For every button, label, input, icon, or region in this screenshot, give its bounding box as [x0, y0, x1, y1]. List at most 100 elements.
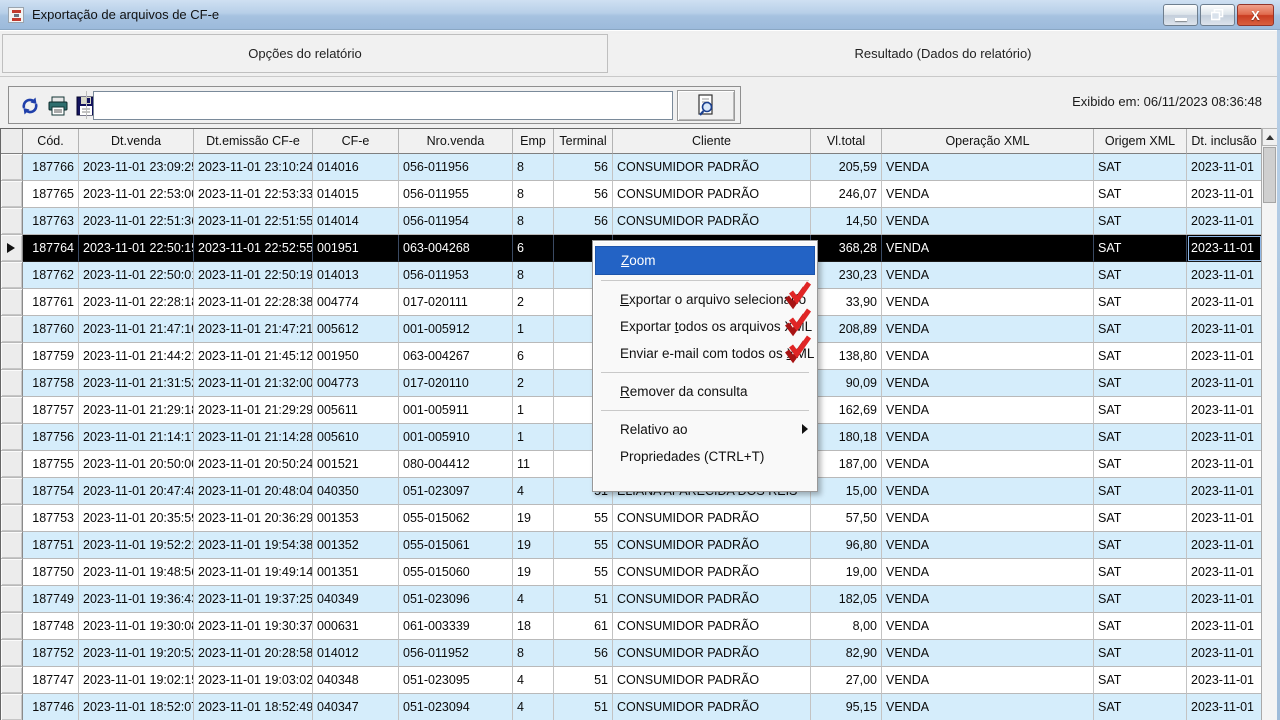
cell-cliente[interactable]: CONSUMIDOR PADRÃO [613, 505, 811, 532]
cell-dt_inclusao[interactable]: 2023-11-01 [1187, 559, 1262, 586]
cell-cod[interactable]: 187754 [23, 478, 79, 505]
cell-dt_emissao[interactable]: 2023-11-01 19:37:25 [194, 586, 313, 613]
cell-operacao_xml[interactable]: VENDA [882, 208, 1094, 235]
cell-nro_venda[interactable]: 001-005911 [399, 397, 513, 424]
table-row[interactable]: 1877632023-11-01 22:51:362023-11-01 22:5… [1, 208, 1280, 235]
cell-dt_venda[interactable]: 2023-11-01 20:35:59 [79, 505, 194, 532]
cell-emp[interactable]: 2 [513, 289, 554, 316]
cell-nro_venda[interactable]: 080-004412 [399, 451, 513, 478]
table-row[interactable]: 1877482023-11-01 19:30:082023-11-01 19:3… [1, 613, 1280, 640]
print-icon[interactable] [47, 95, 69, 117]
column-header-dt_inclusao[interactable]: Dt. inclusão [1187, 129, 1262, 154]
cell-origem_xml[interactable]: SAT [1094, 208, 1187, 235]
cell-terminal[interactable]: 56 [554, 208, 613, 235]
cell-cfe[interactable]: 000631 [313, 613, 399, 640]
cell-nro_venda[interactable]: 056-011956 [399, 154, 513, 181]
cell-dt_venda[interactable]: 2023-11-01 20:47:48 [79, 478, 194, 505]
cell-terminal[interactable]: 56 [554, 640, 613, 667]
cell-origem_xml[interactable]: SAT [1094, 586, 1187, 613]
cell-vl_total[interactable]: 182,05 [811, 586, 882, 613]
cell-dt_emissao[interactable]: 2023-11-01 22:50:19 [194, 262, 313, 289]
cell-operacao_xml[interactable]: VENDA [882, 235, 1094, 262]
column-header-dt_emissao[interactable]: Dt.emissão CF-e [194, 129, 313, 154]
tab-resultado[interactable]: Resultado (Dados do relatório) [610, 34, 1276, 73]
table-row[interactable]: 1877662023-11-01 23:09:252023-11-01 23:1… [1, 154, 1280, 181]
cell-dt_inclusao[interactable]: 2023-11-01 [1187, 586, 1262, 613]
menu-item-relativo-ao[interactable]: Relativo ao [593, 416, 817, 443]
cell-emp[interactable]: 1 [513, 424, 554, 451]
cell-terminal[interactable]: 51 [554, 586, 613, 613]
cell-cfe[interactable]: 014012 [313, 640, 399, 667]
restore-button[interactable] [1200, 4, 1235, 26]
cell-cod[interactable]: 187765 [23, 181, 79, 208]
cell-vl_total[interactable]: 27,00 [811, 667, 882, 694]
cell-emp[interactable]: 1 [513, 316, 554, 343]
cell-emp[interactable]: 18 [513, 613, 554, 640]
cell-operacao_xml[interactable]: VENDA [882, 505, 1094, 532]
cell-nro_venda[interactable]: 056-011952 [399, 640, 513, 667]
cell-cliente[interactable]: CONSUMIDOR PADRÃO [613, 208, 811, 235]
cell-dt_inclusao[interactable]: 2023-11-01 [1187, 316, 1262, 343]
cell-origem_xml[interactable]: SAT [1094, 451, 1187, 478]
cell-cod[interactable]: 187766 [23, 154, 79, 181]
cell-cod[interactable]: 187764 [23, 235, 79, 262]
menu-item-zoom[interactable]: Zoom [595, 246, 815, 275]
cell-cliente[interactable]: CONSUMIDOR PADRÃO [613, 640, 811, 667]
cell-cod[interactable]: 187746 [23, 694, 79, 720]
cell-cod[interactable]: 187758 [23, 370, 79, 397]
cell-vl_total[interactable]: 208,89 [811, 316, 882, 343]
cell-origem_xml[interactable]: SAT [1094, 613, 1187, 640]
cell-operacao_xml[interactable]: VENDA [882, 667, 1094, 694]
cell-emp[interactable]: 6 [513, 343, 554, 370]
cell-dt_venda[interactable]: 2023-11-01 19:52:21 [79, 532, 194, 559]
column-header-vl_total[interactable]: Vl.total [811, 129, 882, 154]
cell-vl_total[interactable]: 138,80 [811, 343, 882, 370]
column-header-emp[interactable]: Emp [513, 129, 554, 154]
cell-cod[interactable]: 187750 [23, 559, 79, 586]
cell-cfe[interactable]: 001351 [313, 559, 399, 586]
cell-vl_total[interactable]: 96,80 [811, 532, 882, 559]
cell-nro_venda[interactable]: 063-004268 [399, 235, 513, 262]
cell-origem_xml[interactable]: SAT [1094, 532, 1187, 559]
cell-dt_inclusao[interactable]: 2023-11-01 [1187, 370, 1262, 397]
cell-origem_xml[interactable]: SAT [1094, 289, 1187, 316]
cell-emp[interactable]: 6 [513, 235, 554, 262]
cell-nro_venda[interactable]: 056-011954 [399, 208, 513, 235]
table-row[interactable]: 1877512023-11-01 19:52:212023-11-01 19:5… [1, 532, 1280, 559]
cell-cliente[interactable]: CONSUMIDOR PADRÃO [613, 694, 811, 720]
cell-nro_venda[interactable]: 051-023097 [399, 478, 513, 505]
search-input[interactable] [93, 91, 673, 120]
column-header-terminal[interactable]: Terminal [554, 129, 613, 154]
cell-cod[interactable]: 187755 [23, 451, 79, 478]
cell-dt_inclusao[interactable]: 2023-11-01 [1187, 289, 1262, 316]
cell-vl_total[interactable]: 14,50 [811, 208, 882, 235]
cell-operacao_xml[interactable]: VENDA [882, 532, 1094, 559]
cell-dt_venda[interactable]: 2023-11-01 19:36:43 [79, 586, 194, 613]
column-header-dt_venda[interactable]: Dt.venda [79, 129, 194, 154]
cell-operacao_xml[interactable]: VENDA [882, 640, 1094, 667]
cell-cfe[interactable]: 040347 [313, 694, 399, 720]
cell-dt_inclusao[interactable]: 2023-11-01 [1187, 613, 1262, 640]
cell-dt_venda[interactable]: 2023-11-01 19:02:15 [79, 667, 194, 694]
cell-vl_total[interactable]: 33,90 [811, 289, 882, 316]
cell-emp[interactable]: 4 [513, 586, 554, 613]
cell-dt_venda[interactable]: 2023-11-01 22:53:00 [79, 181, 194, 208]
column-header-cfe[interactable]: CF-e [313, 129, 399, 154]
cell-dt_emissao[interactable]: 2023-11-01 21:29:29 [194, 397, 313, 424]
minimize-button[interactable] [1163, 4, 1198, 26]
cell-cfe[interactable]: 014015 [313, 181, 399, 208]
cell-operacao_xml[interactable]: VENDA [882, 370, 1094, 397]
cell-origem_xml[interactable]: SAT [1094, 235, 1187, 262]
cell-origem_xml[interactable]: SAT [1094, 667, 1187, 694]
cell-operacao_xml[interactable]: VENDA [882, 343, 1094, 370]
menu-item-enviar-email[interactable]: Enviar e-mail com todos os XML [593, 340, 817, 367]
cell-dt_inclusao[interactable]: 2023-11-01 [1187, 694, 1262, 720]
cell-dt_venda[interactable]: 2023-11-01 23:09:25 [79, 154, 194, 181]
cell-emp[interactable]: 4 [513, 478, 554, 505]
cell-origem_xml[interactable]: SAT [1094, 640, 1187, 667]
cell-origem_xml[interactable]: SAT [1094, 262, 1187, 289]
cell-dt_inclusao[interactable]: 2023-11-01 [1187, 262, 1262, 289]
table-row[interactable]: 1877522023-11-01 19:20:522023-11-01 20:2… [1, 640, 1280, 667]
cell-cod[interactable]: 187753 [23, 505, 79, 532]
cell-dt_inclusao[interactable]: 2023-11-01 [1187, 424, 1262, 451]
